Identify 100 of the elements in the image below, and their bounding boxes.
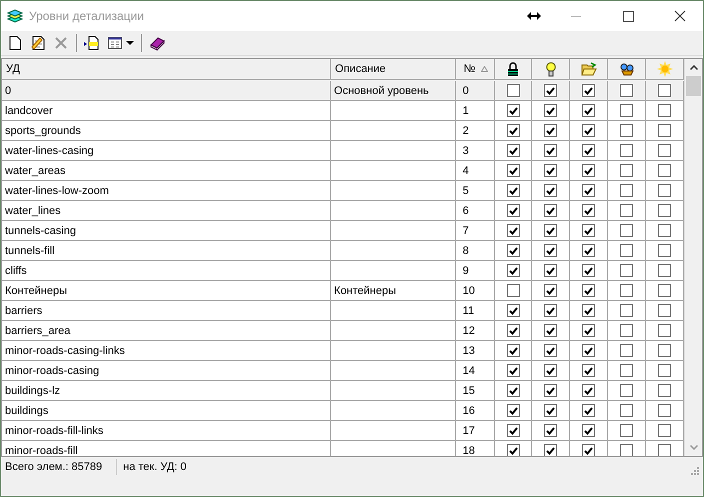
checkbox[interactable]	[658, 444, 672, 456]
checkbox[interactable]	[658, 124, 672, 137]
checkbox[interactable]	[620, 84, 634, 97]
checkbox[interactable]	[620, 204, 634, 217]
checkbox[interactable]	[506, 84, 520, 97]
checkbox[interactable]	[544, 264, 558, 277]
checkbox[interactable]	[658, 284, 672, 297]
checkbox[interactable]	[506, 144, 520, 157]
column-header[interactable]	[494, 59, 532, 80]
checkbox[interactable]	[506, 224, 520, 237]
column-header[interactable]: Описание	[331, 59, 456, 80]
checkbox[interactable]	[506, 404, 520, 417]
checkbox[interactable]	[544, 104, 558, 117]
checkbox[interactable]	[506, 204, 520, 217]
checkbox[interactable]	[544, 84, 558, 97]
checkbox[interactable]	[658, 104, 672, 117]
checkbox[interactable]	[506, 444, 520, 456]
checkbox[interactable]	[506, 164, 520, 177]
checkbox[interactable]	[544, 164, 558, 177]
book-icon[interactable]	[149, 35, 165, 51]
checkbox[interactable]	[620, 164, 634, 177]
checkbox[interactable]	[544, 144, 558, 157]
checkbox[interactable]	[506, 424, 520, 437]
checkbox[interactable]	[544, 324, 558, 337]
resize-grip-icon[interactable]	[691, 467, 699, 475]
checkbox[interactable]	[582, 284, 596, 297]
checkbox[interactable]	[658, 224, 672, 237]
checkbox[interactable]	[544, 384, 558, 397]
checkbox[interactable]	[620, 324, 634, 337]
checkbox[interactable]	[582, 164, 596, 177]
checkbox[interactable]	[658, 184, 672, 197]
checkbox[interactable]	[582, 324, 596, 337]
checkbox[interactable]	[620, 344, 634, 357]
checkbox[interactable]	[582, 144, 596, 157]
checkbox[interactable]	[582, 424, 596, 437]
checkbox[interactable]	[658, 424, 672, 437]
column-header[interactable]: УД	[2, 59, 332, 80]
checkbox[interactable]	[544, 304, 558, 317]
checkbox[interactable]	[582, 384, 596, 397]
column-header[interactable]	[532, 59, 570, 80]
checkbox[interactable]	[582, 344, 596, 357]
checkbox[interactable]	[582, 364, 596, 377]
checkbox[interactable]	[544, 244, 558, 257]
checkbox[interactable]	[658, 204, 672, 217]
checkbox[interactable]	[620, 304, 634, 317]
checkbox[interactable]	[582, 264, 596, 277]
scroll-up-icon[interactable]	[690, 65, 698, 70]
checkbox[interactable]	[620, 144, 634, 157]
checkbox[interactable]	[544, 184, 558, 197]
checkbox[interactable]	[582, 444, 596, 456]
checkbox[interactable]	[620, 184, 634, 197]
checkbox[interactable]	[506, 184, 520, 197]
checkbox[interactable]	[658, 404, 672, 417]
checkbox[interactable]	[582, 304, 596, 317]
checkbox[interactable]	[506, 284, 520, 297]
checkbox[interactable]	[620, 284, 634, 297]
checkbox[interactable]	[620, 424, 634, 437]
column-header[interactable]	[608, 59, 646, 80]
caret-icon[interactable]	[126, 41, 134, 45]
checkbox[interactable]	[544, 364, 558, 377]
checkbox[interactable]	[506, 324, 520, 337]
checkbox[interactable]	[506, 384, 520, 397]
checkbox[interactable]	[620, 224, 634, 237]
checkbox[interactable]	[544, 124, 558, 137]
checkbox[interactable]	[506, 124, 520, 137]
checkbox[interactable]	[582, 124, 596, 137]
checkbox[interactable]	[544, 204, 558, 217]
checkbox[interactable]	[582, 184, 596, 197]
checkbox[interactable]	[544, 344, 558, 357]
checkbox[interactable]	[506, 104, 520, 117]
checkbox[interactable]	[620, 384, 634, 397]
checkbox[interactable]	[658, 364, 672, 377]
resize-arrows-icon[interactable]	[527, 12, 541, 20]
checkbox[interactable]	[620, 264, 634, 277]
checkbox[interactable]	[544, 424, 558, 437]
checkbox[interactable]	[658, 304, 672, 317]
checkbox[interactable]	[506, 364, 520, 377]
checkbox[interactable]	[620, 404, 634, 417]
checkbox[interactable]	[506, 264, 520, 277]
checkbox[interactable]	[506, 304, 520, 317]
checkbox[interactable]	[658, 324, 672, 337]
checkbox[interactable]	[582, 244, 596, 257]
insert-document-icon[interactable]	[84, 35, 100, 51]
checkbox[interactable]	[658, 164, 672, 177]
checkbox[interactable]	[620, 364, 634, 377]
scrollbar[interactable]	[684, 59, 702, 456]
checkbox[interactable]	[620, 124, 634, 137]
checkbox[interactable]	[582, 84, 596, 97]
table-icon[interactable]	[107, 35, 123, 51]
checkbox[interactable]	[544, 284, 558, 297]
checkbox[interactable]	[658, 264, 672, 277]
checkbox[interactable]	[620, 104, 634, 117]
checkbox[interactable]	[658, 344, 672, 357]
checkbox[interactable]	[658, 84, 672, 97]
checkbox[interactable]	[658, 244, 672, 257]
checkbox[interactable]	[658, 384, 672, 397]
edit-document-icon[interactable]	[30, 35, 46, 51]
column-header[interactable]: №	[456, 59, 495, 80]
checkbox[interactable]	[544, 224, 558, 237]
checkbox[interactable]	[620, 244, 634, 257]
